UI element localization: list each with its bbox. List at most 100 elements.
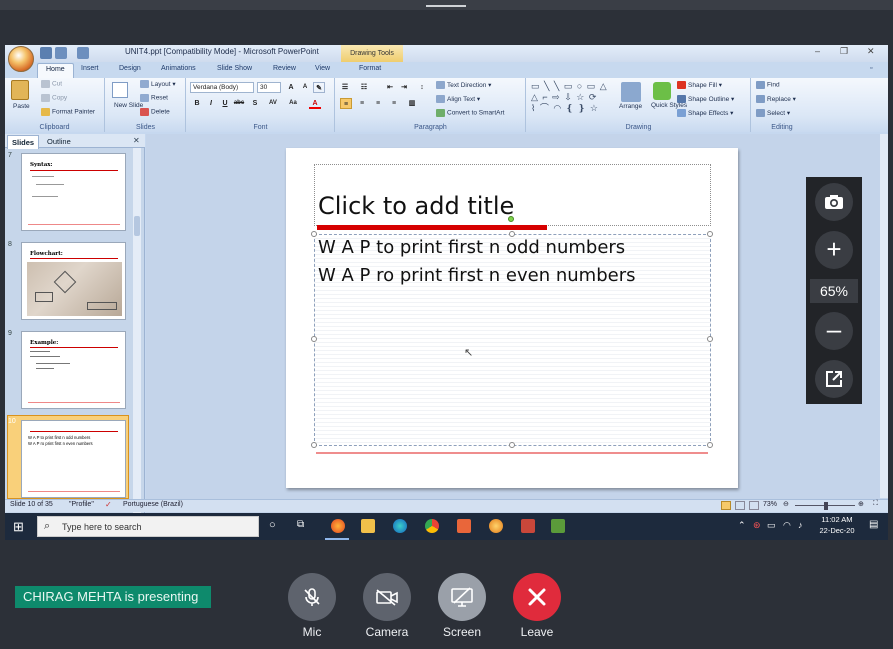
notifications-icon[interactable]: ▤ <box>869 519 878 530</box>
shape-outline-button[interactable]: Shape Outline ▾ <box>677 95 734 104</box>
cut-button[interactable]: Cut <box>41 80 62 88</box>
smartart-button[interactable]: Convert to SmartArt <box>436 109 504 117</box>
text-direction-button[interactable]: Text Direction ▾ <box>436 81 491 90</box>
resize-handle[interactable] <box>509 442 515 448</box>
align-right-icon[interactable]: ≡ <box>372 98 384 109</box>
chrome-icon[interactable] <box>425 519 439 533</box>
network-alert-icon[interactable]: ⊛ <box>753 520 761 531</box>
redo-icon[interactable] <box>77 47 89 59</box>
clock-date[interactable]: 22-Dec-20 <box>811 526 863 535</box>
paste-button[interactable]: Paste <box>13 103 30 110</box>
rotate-handle[interactable] <box>508 216 514 222</box>
find-button[interactable]: Find <box>756 81 780 89</box>
decrease-indent-icon[interactable]: ⇤ <box>384 82 396 93</box>
quick-styles-icon[interactable] <box>653 82 671 100</box>
font-size-select[interactable]: 30 <box>257 82 281 93</box>
tab-animations[interactable]: Animations <box>161 65 196 72</box>
zoom-in-icon[interactable]: ⊕ <box>858 500 864 508</box>
clear-format-icon[interactable]: ✎ <box>313 82 325 93</box>
delete-button[interactable]: Delete <box>140 108 170 116</box>
bold-icon[interactable]: B <box>191 98 203 109</box>
tab-insert[interactable]: Insert <box>81 65 99 72</box>
resize-handle[interactable] <box>311 231 317 237</box>
slide-title[interactable]: Click to add title <box>318 192 514 220</box>
tab-view[interactable]: View <box>315 65 330 72</box>
volume-icon[interactable]: ♪ <box>798 520 803 530</box>
vertical-scrollbar[interactable] <box>880 134 888 498</box>
tab-outline[interactable]: Outline <box>43 135 75 148</box>
edge-icon[interactable] <box>393 519 407 533</box>
close-panel-icon[interactable]: ✕ <box>133 136 140 145</box>
screen-button[interactable] <box>438 573 486 621</box>
replace-button[interactable]: Replace ▾ <box>756 95 796 104</box>
windows-start-icon[interactable]: ⊞ <box>13 520 24 533</box>
layout-button[interactable]: Layout ▾ <box>140 80 176 89</box>
resize-handle[interactable] <box>707 442 713 448</box>
camera-button[interactable] <box>363 573 411 621</box>
file-explorer-icon[interactable] <box>361 519 375 533</box>
numbering-icon[interactable]: ☷ <box>358 82 370 93</box>
slide-thumbnail[interactable]: Syntax: <box>21 153 126 231</box>
zoom-out-button[interactable]: – <box>815 312 853 350</box>
underline-icon[interactable]: U <box>219 98 231 109</box>
task-view-icon[interactable]: ⧉ <box>297 519 304 530</box>
tab-design[interactable]: Design <box>119 65 141 72</box>
undo-icon[interactable] <box>55 47 67 59</box>
resize-handle[interactable] <box>311 336 317 342</box>
slideshow-view-icon[interactable] <box>749 501 759 510</box>
maximize-icon[interactable]: ❐ <box>840 46 848 57</box>
arrange-icon[interactable] <box>621 82 641 102</box>
zoom-out-icon[interactable]: ⊖ <box>783 500 789 508</box>
shrink-font-icon[interactable]: A <box>299 82 311 93</box>
resize-handle[interactable] <box>707 336 713 342</box>
minimize-icon[interactable]: – <box>815 46 820 56</box>
select-button[interactable]: Select ▾ <box>756 109 790 118</box>
slide-thumbnail[interactable]: Flowchart: <box>21 242 126 320</box>
arrange-button[interactable]: Arrange <box>619 103 642 110</box>
format-painter-button[interactable]: Format Painter <box>41 108 95 116</box>
resize-handle[interactable] <box>509 231 515 237</box>
font-name-select[interactable]: Verdana (Body) <box>190 82 254 93</box>
zoom-in-button[interactable]: + <box>815 231 853 269</box>
tab-slides[interactable]: Slides <box>7 135 40 149</box>
chevron-up-icon[interactable]: ⌃ <box>738 520 746 531</box>
strikethrough-icon[interactable]: abc <box>233 98 245 109</box>
copy-button[interactable]: Copy <box>41 94 67 102</box>
battery-icon[interactable]: ▭ <box>767 520 776 531</box>
close-icon[interactable]: ✕ <box>867 46 875 57</box>
save-icon[interactable] <box>40 47 52 59</box>
mic-button[interactable] <box>288 573 336 621</box>
cortana-icon[interactable]: ○ <box>269 519 276 531</box>
tab-slide-show[interactable]: Slide Show <box>217 65 252 72</box>
zoom-slider-thumb[interactable] <box>824 502 828 510</box>
photos-icon[interactable] <box>457 519 471 533</box>
font-color-icon[interactable]: A <box>309 98 321 109</box>
shadow-icon[interactable]: S <box>249 98 261 109</box>
shapes-gallery[interactable]: ▭ ╲ ╲ ▭ ○ ▭ △ △ ⌐ ⇨ ⇩ ☆ ⟳ ⌇ ⌒ ◠ ❴ ❵ ☆ <box>531 81 615 115</box>
increase-indent-icon[interactable]: ⇥ <box>398 82 410 93</box>
panel-scrollbar[interactable] <box>133 148 141 528</box>
slide-thumbnail-current[interactable]: W A P to print first n odd numbers W A P… <box>21 420 126 498</box>
office-button[interactable] <box>8 46 34 72</box>
ribbon-minimize-icon[interactable]: ▫ <box>870 65 872 72</box>
taskbar-search[interactable]: ⌕ Type here to search <box>37 516 259 537</box>
change-case-icon[interactable]: Aa <box>287 98 299 109</box>
shape-fill-button[interactable]: Shape Fill ▾ <box>677 81 722 90</box>
resize-handle[interactable] <box>707 231 713 237</box>
search-placeholder[interactable]: Type here to search <box>62 522 142 532</box>
language[interactable]: Portuguese (Brazil) <box>123 501 183 508</box>
wifi-icon[interactable]: ◠ <box>783 520 791 531</box>
quick-styles-button[interactable]: Quick Styles <box>651 102 687 109</box>
bullets-icon[interactable]: ☰ <box>339 82 351 93</box>
app-icon[interactable] <box>489 519 503 533</box>
leave-button[interactable] <box>513 573 561 621</box>
tab-review[interactable]: Review <box>273 65 296 72</box>
drag-handle[interactable] <box>426 5 466 7</box>
resize-handle[interactable] <box>311 442 317 448</box>
tab-format[interactable]: Format <box>359 65 381 72</box>
fit-window-icon[interactable]: ⛶ <box>873 500 878 508</box>
content-line[interactable]: W A P to print first n odd numbers <box>318 237 625 258</box>
columns-icon[interactable]: ▥ <box>406 98 418 109</box>
shape-effects-button[interactable]: Shape Effects ▾ <box>677 109 733 118</box>
grow-font-icon[interactable]: A <box>285 82 297 93</box>
